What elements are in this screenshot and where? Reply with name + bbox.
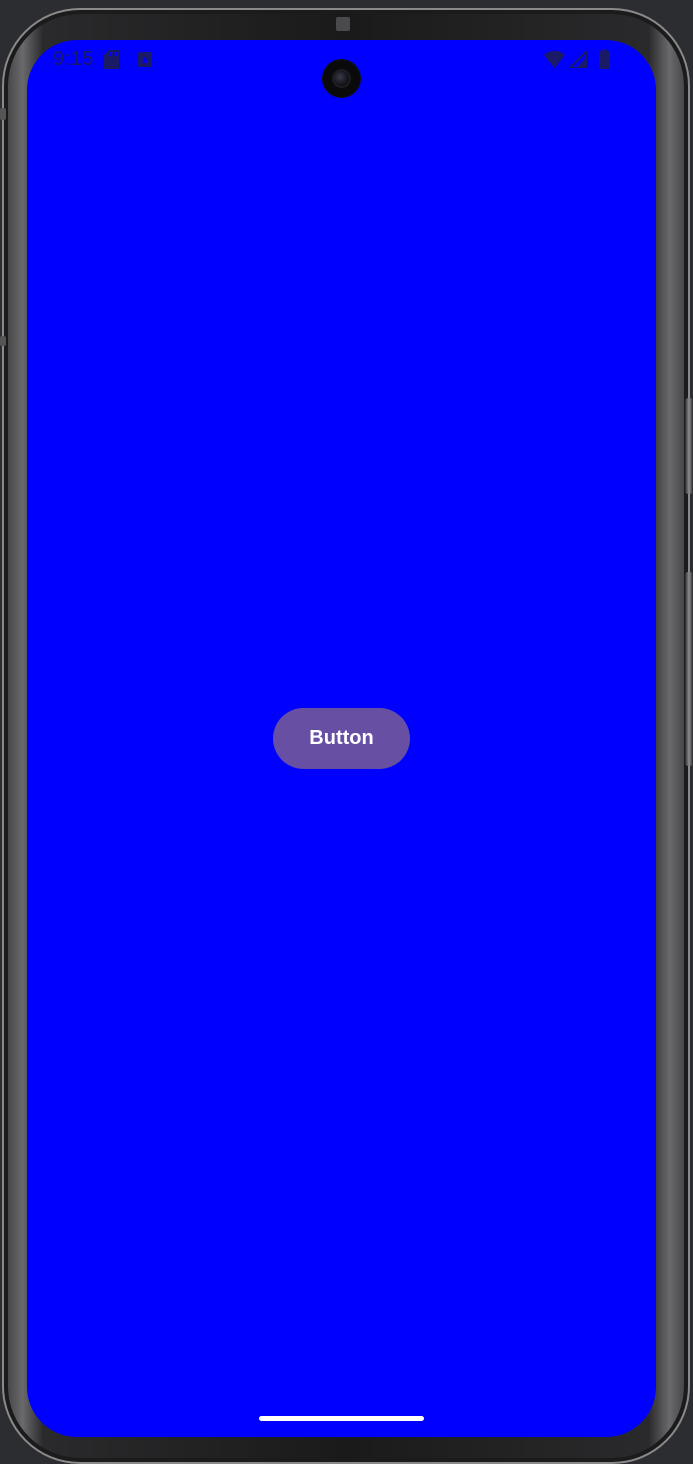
signal-icon <box>567 48 588 73</box>
home-indicator[interactable] <box>259 1416 424 1421</box>
notification-icon <box>138 52 152 72</box>
front-camera <box>323 60 360 97</box>
sd-card-icon <box>104 50 119 74</box>
volume-button[interactable] <box>685 572 693 766</box>
frame-notch <box>336 17 350 31</box>
wifi-icon <box>544 50 565 73</box>
frame-detail <box>0 108 6 120</box>
frame-detail <box>0 336 6 346</box>
main-button[interactable]: Button <box>273 708 410 769</box>
status-time: 9:15 <box>53 48 94 70</box>
battery-icon <box>599 49 610 74</box>
app-screen: 9:15 Button <box>27 40 656 1437</box>
power-button[interactable] <box>685 398 693 494</box>
